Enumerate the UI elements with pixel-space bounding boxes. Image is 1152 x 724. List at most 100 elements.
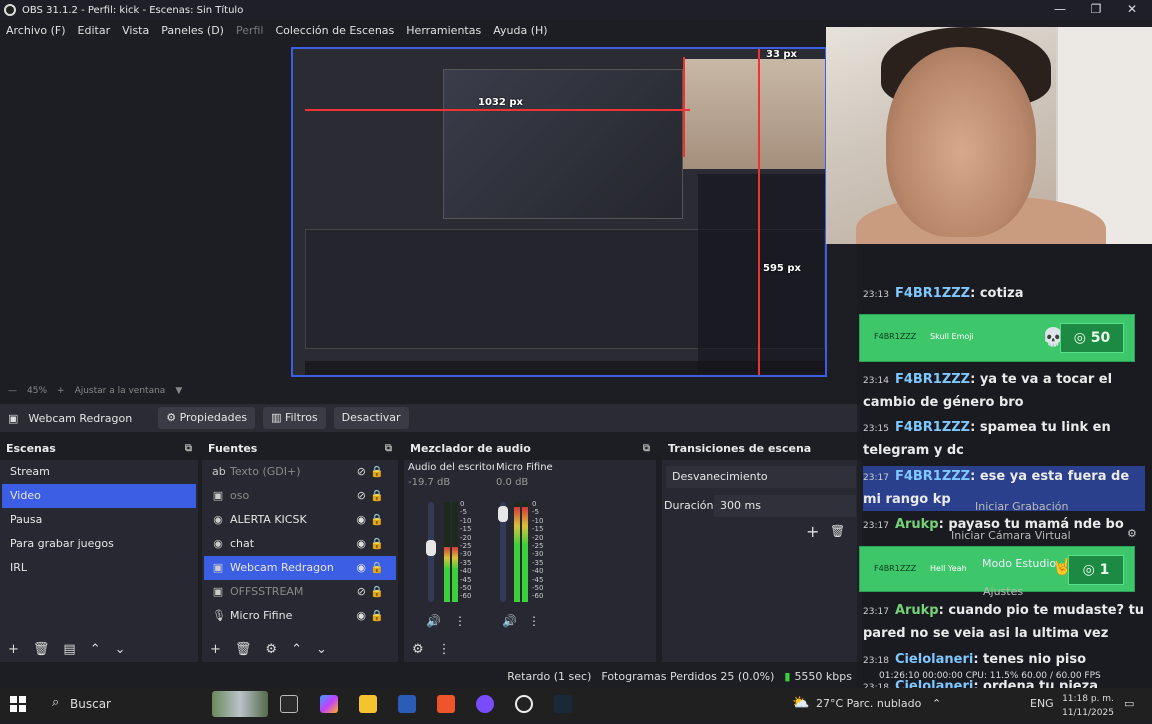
lock-icon[interactable]: 🔒 (370, 460, 384, 484)
undock-icon[interactable]: ⧉ (643, 438, 650, 460)
scene-filters-icon[interactable]: ▤ (63, 642, 75, 657)
menu-help[interactable]: Ayuda (H) (493, 24, 547, 37)
menu-profile[interactable]: Perfil (236, 24, 264, 37)
scene-item[interactable]: Stream (2, 460, 196, 484)
source-item[interactable]: ◉ ALERTA KICSK ◉ 🔒 (204, 508, 396, 532)
meter-scale-tick: -20 (532, 533, 544, 542)
obs-taskbar-icon[interactable] (515, 695, 533, 713)
lock-icon[interactable]: 🔒 (370, 580, 384, 604)
sources-title: Fuentes (208, 442, 258, 455)
speaker-icon[interactable]: 🔊 (502, 614, 517, 628)
preview-canvas[interactable]: 1032 px 33 px 595 px (291, 47, 827, 377)
start-virtual-camera-button[interactable]: Iniciar Cámara Virtual (951, 529, 1071, 542)
fit-window-button[interactable]: Ajustar a la ventana (75, 386, 166, 396)
speaker-icon[interactable]: 🔊 (426, 614, 441, 628)
language-indicator[interactable]: ENG (1030, 688, 1054, 720)
advanced-audio-icon[interactable]: ⚙ (412, 642, 424, 657)
undock-icon[interactable]: ⧉ (385, 438, 392, 460)
notifications-icon[interactable]: ▭ (1124, 688, 1134, 720)
add-transition-icon[interactable]: + (806, 522, 819, 541)
start-recording-button[interactable]: Iniciar Grabación (975, 500, 1068, 513)
source-item-selected[interactable]: ▣ Webcam Redragon ◉ 🔒 (204, 556, 396, 580)
lock-icon[interactable]: 🔒 (370, 532, 384, 556)
source-settings-icon[interactable]: ⚙ (265, 642, 277, 657)
menu-file[interactable]: Archivo (F) (6, 24, 66, 37)
task-view-icon[interactable] (280, 695, 298, 713)
eye-hidden-icon[interactable]: ⊘ (357, 484, 366, 508)
virtual-cam-settings-icon[interactable]: ⚙ (1127, 527, 1137, 540)
meter-scale-tick: -15 (460, 525, 472, 534)
remove-source-icon[interactable]: 🗑 (235, 642, 252, 657)
eye-icon[interactable]: ◉ (356, 604, 366, 628)
move-up-icon[interactable]: ⌃ (291, 642, 302, 657)
weather-text[interactable]: 27°C Parc. nublado (816, 688, 921, 720)
eye-icon[interactable]: ◉ (356, 556, 366, 580)
undock-icon[interactable]: ⧉ (185, 438, 192, 460)
menu-edit[interactable]: Editar (78, 24, 111, 37)
studio-mode-button[interactable]: Modo Estudio (982, 557, 1056, 570)
move-down-icon[interactable]: ⌄ (115, 642, 126, 657)
zoom-out-button[interactable]: — (8, 386, 17, 396)
move-up-icon[interactable]: ⌃ (90, 642, 101, 657)
zoom-dropdown-icon[interactable]: ▼ (175, 386, 182, 396)
settings-button[interactable]: Ajustes (983, 585, 1023, 598)
word-icon[interactable] (398, 695, 416, 713)
scene-item-selected[interactable]: Video (2, 484, 196, 508)
lock-icon[interactable]: 🔒 (370, 508, 384, 532)
properties-button[interactable]: ⚙ Propiedades (158, 407, 256, 429)
scene-item[interactable]: Pausa (2, 508, 196, 532)
eye-icon[interactable]: ◉ (356, 532, 366, 556)
add-source-icon[interactable]: + (210, 642, 221, 657)
clock[interactable]: 11:18 p. m. 11/11/2025 (1060, 692, 1116, 724)
duration-field[interactable]: 300 ms (714, 495, 856, 517)
gift-amount: 1 (1099, 562, 1110, 578)
eye-hidden-icon[interactable]: ⊘ (357, 460, 366, 484)
volume-knob[interactable] (426, 539, 436, 556)
dimension-label-595: 595 px (763, 263, 801, 274)
lock-icon[interactable]: 🔒 (370, 484, 384, 508)
source-item[interactable]: 🎙 Micro Fifine ◉ 🔒 (204, 604, 396, 628)
eye-hidden-icon[interactable]: ⊘ (357, 580, 366, 604)
move-down-icon[interactable]: ⌄ (316, 642, 327, 657)
messenger-icon[interactable] (476, 695, 494, 713)
add-scene-icon[interactable]: + (8, 642, 19, 657)
meter-scale-tick: -50 (532, 584, 544, 593)
filters-button[interactable]: ▥ Filtros (263, 407, 326, 429)
scene-item[interactable]: IRL (2, 556, 196, 580)
volume-slider[interactable] (498, 502, 508, 602)
steam-icon[interactable] (554, 695, 572, 713)
scene-item[interactable]: Para grabar juegos (2, 532, 196, 556)
meter-scale-tick: -45 (460, 575, 472, 584)
remove-transition-icon[interactable]: 🗑 (830, 524, 845, 538)
minimize-button[interactable]: — (1042, 0, 1078, 20)
channel-menu-icon[interactable]: ⋮ (528, 614, 540, 628)
brave-icon[interactable] (437, 695, 455, 713)
menu-view[interactable]: Vista (122, 24, 149, 37)
lock-icon[interactable]: 🔒 (370, 604, 384, 628)
remove-scene-icon[interactable]: 🗑 (33, 642, 50, 657)
menu-tools[interactable]: Herramientas (406, 24, 481, 37)
channel-menu-icon[interactable]: ⋮ (454, 614, 466, 628)
source-item[interactable]: ab Texto (GDI+) ⊘ 🔒 (204, 460, 396, 484)
close-button[interactable]: ✕ (1114, 0, 1150, 20)
copilot-icon[interactable] (320, 695, 338, 713)
menu-docks[interactable]: Paneles (D) (161, 24, 224, 37)
source-item[interactable]: ▣ oso ⊘ 🔒 (204, 484, 396, 508)
zoom-in-button[interactable]: + (57, 386, 65, 396)
tray-chevron-icon[interactable]: ⌃ (932, 688, 941, 720)
windows-start-icon[interactable] (10, 696, 26, 712)
restore-button[interactable]: ❐ (1078, 0, 1114, 20)
volume-knob[interactable] (498, 506, 508, 523)
transition-select[interactable]: Desvanecimiento (666, 466, 856, 488)
source-item[interactable]: ▣ OFFSSTREAM ⊘ 🔒 (204, 580, 396, 604)
lock-icon[interactable]: 🔒 (370, 556, 384, 580)
webcam-person-face (886, 47, 1036, 237)
volume-slider[interactable] (426, 502, 436, 602)
meter-fill (452, 547, 458, 602)
eye-icon[interactable]: ◉ (356, 508, 366, 532)
source-item[interactable]: ◉ chat ◉ 🔒 (204, 532, 396, 556)
mixer-menu-icon[interactable]: ⋮ (438, 642, 451, 657)
deactivate-button[interactable]: Desactivar (333, 407, 409, 429)
menu-scene-collection[interactable]: Colección de Escenas (276, 24, 395, 37)
file-explorer-icon[interactable] (359, 695, 377, 713)
